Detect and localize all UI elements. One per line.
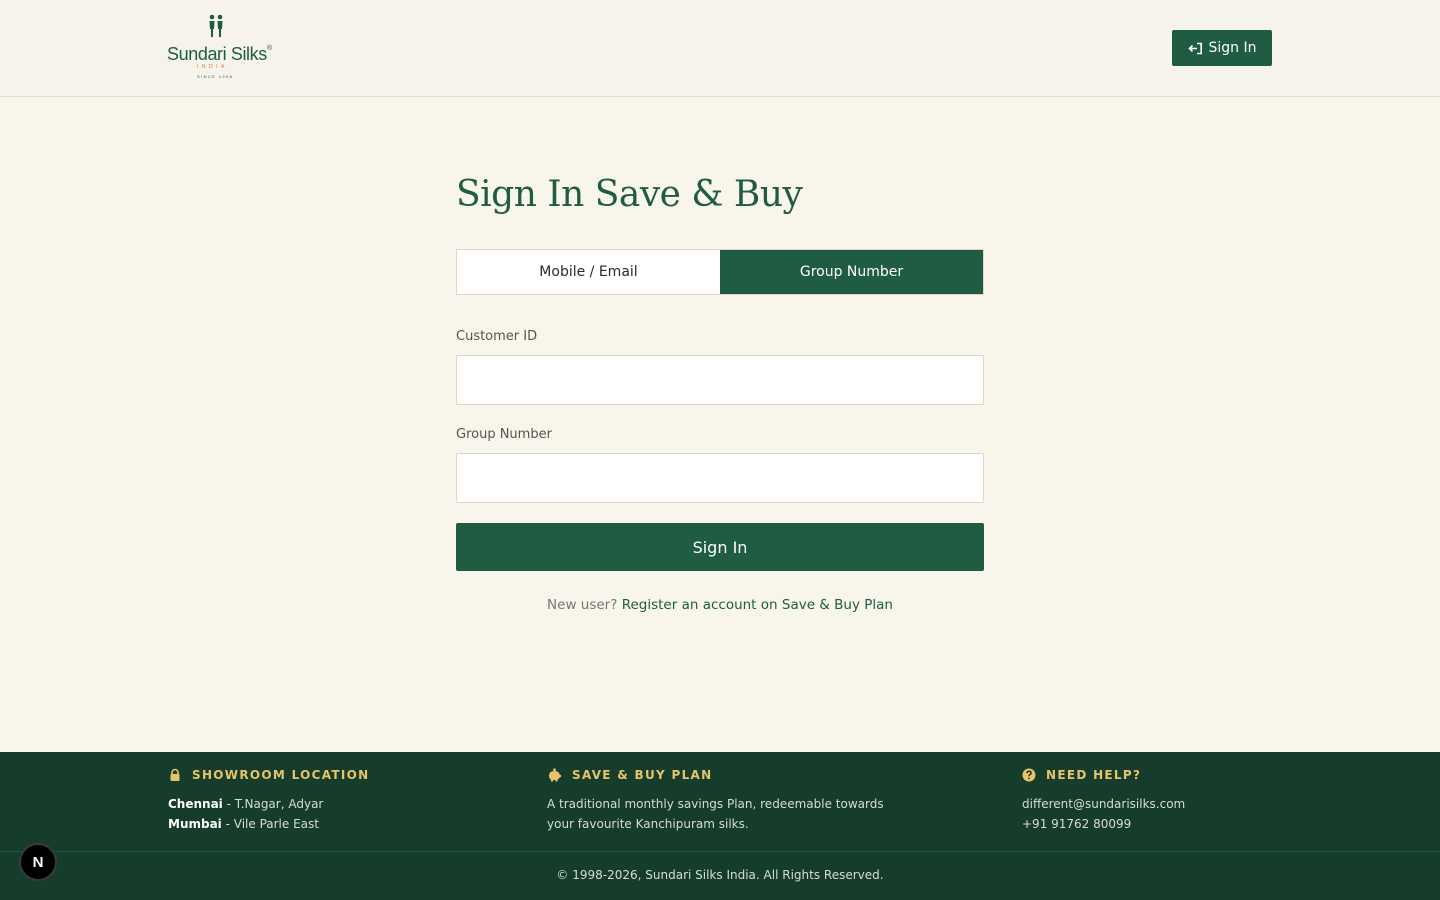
showroom-city: Chennai	[168, 797, 223, 811]
logo-registered-mark: ®	[266, 45, 272, 52]
help-email[interactable]: different@sundarisilks.com	[1022, 794, 1185, 814]
question-circle-icon	[1022, 768, 1036, 782]
showroom-separator: -	[221, 817, 234, 831]
sign-in-method-tabs: Mobile / Email Group Number	[456, 249, 984, 295]
customer-id-input[interactable]	[456, 355, 984, 405]
logo-wordmark: Sundari Silks®	[167, 44, 272, 65]
group-number-input[interactable]	[456, 453, 984, 503]
tab-mobile-email[interactable]: Mobile / Email	[457, 250, 720, 294]
showroom-locations: Chennai - T.Nagar, Adyar Mumbai - Vile P…	[168, 794, 369, 834]
showroom-city: Mumbai	[168, 817, 222, 831]
logo-name-text: Sundari Silks	[167, 44, 267, 64]
customer-id-label: Customer ID	[456, 329, 538, 344]
showroom-area: Vile Parle East	[233, 817, 319, 831]
footer-divider	[0, 851, 1440, 852]
footer-help-heading: NEED HELP?	[1022, 768, 1185, 782]
lock-icon	[168, 768, 182, 782]
help-contacts: different@sundarisilks.com +91 91762 800…	[1022, 794, 1185, 834]
help-phone[interactable]: +91 91762 80099	[1022, 814, 1185, 834]
footer-showroom-title: SHOWROOM LOCATION	[192, 768, 370, 782]
header-sign-in-button[interactable]: Sign In	[1172, 30, 1272, 66]
plan-description-line-1: A traditional monthly savings Plan, rede…	[547, 797, 884, 811]
showroom-area: T.Nagar, Adyar	[234, 797, 324, 811]
register-prompt: New user? Register an account on Save & …	[456, 597, 984, 613]
plan-description: A traditional monthly savings Plan, rede…	[547, 794, 884, 834]
showroom-separator: -	[222, 797, 235, 811]
footer-plan-title: SAVE & BUY PLAN	[572, 768, 713, 782]
group-number-label: Group Number	[456, 427, 552, 442]
dev-tools-badge[interactable]: N	[19, 843, 57, 881]
showroom-line-mumbai: Mumbai - Vile Parle East	[168, 814, 369, 834]
footer-showroom: SHOWROOM LOCATION Chennai - T.Nagar, Ady…	[168, 768, 369, 834]
footer-plan-heading: SAVE & BUY PLAN	[547, 768, 884, 782]
sign-in-submit-button[interactable]: Sign In	[456, 523, 984, 571]
piggy-bank-icon	[547, 768, 562, 782]
footer-showroom-heading: SHOWROOM LOCATION	[168, 768, 369, 782]
site-footer: SHOWROOM LOCATION Chennai - T.Nagar, Ady…	[0, 752, 1440, 900]
footer-plan: SAVE & BUY PLAN A traditional monthly sa…	[547, 768, 884, 834]
register-prompt-text: New user?	[547, 597, 618, 613]
site-header: Sundari Silks® INDIA SINCE 1998 Sign In	[0, 0, 1440, 97]
plan-description-line-2: your favourite Kanchipuram silks.	[547, 817, 749, 831]
footer-help: NEED HELP? different@sundarisilks.com +9…	[1022, 768, 1185, 834]
logo-country: INDIA	[197, 64, 228, 70]
page-title: Sign In Save & Buy	[456, 174, 803, 215]
showroom-line-chennai: Chennai - T.Nagar, Adyar	[168, 794, 369, 814]
brand-logo[interactable]: Sundari Silks® INDIA SINCE 1998	[167, 14, 277, 82]
register-link[interactable]: Register an account on Save & Buy Plan	[622, 597, 893, 613]
copyright-text: © 1998-2026, Sundari Silks India. All Ri…	[556, 868, 884, 882]
header-sign-in-label: Sign In	[1208, 40, 1257, 56]
logo-figures-icon	[209, 14, 223, 37]
sign-in-icon	[1187, 42, 1202, 54]
footer-help-title: NEED HELP?	[1046, 768, 1142, 782]
logo-since: SINCE 1998	[197, 74, 234, 79]
tab-group-number[interactable]: Group Number	[720, 250, 983, 294]
